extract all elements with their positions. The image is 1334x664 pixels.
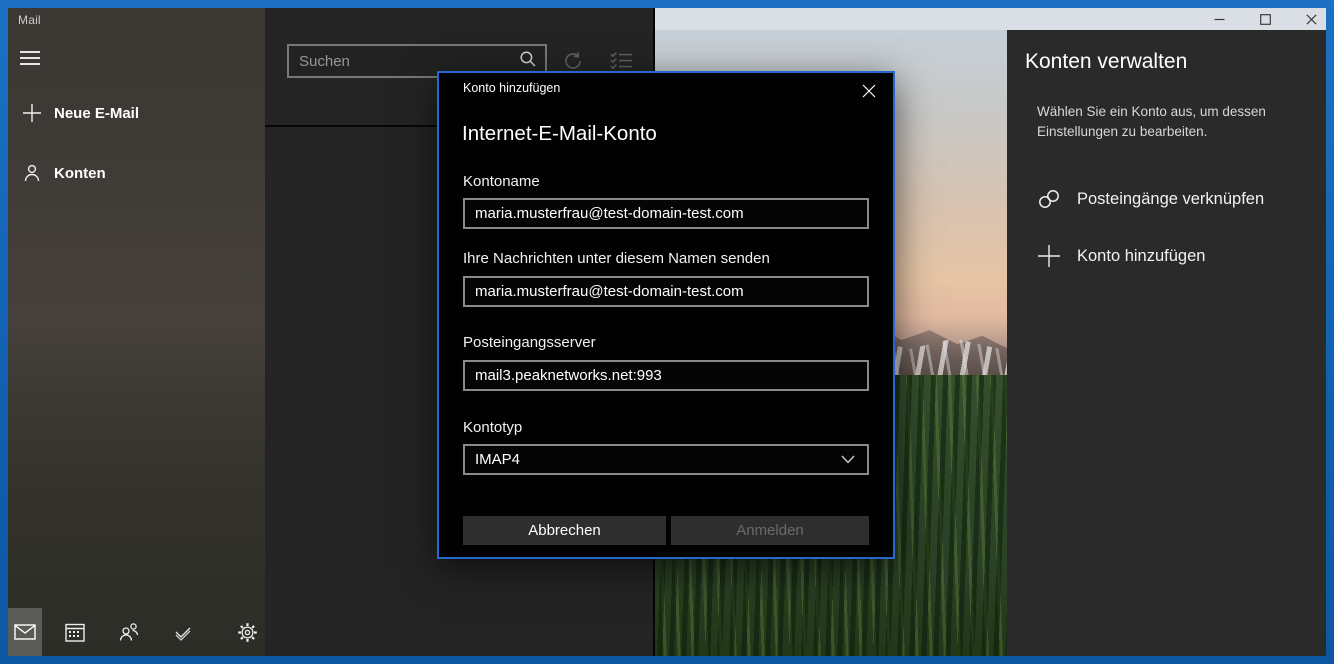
account-name-input[interactable] — [463, 198, 869, 229]
todo-check-icon — [173, 623, 193, 641]
close-icon — [1306, 14, 1317, 25]
people-icon — [118, 622, 140, 642]
signin-button[interactable]: Anmelden — [671, 516, 869, 545]
dock-people-button[interactable] — [112, 608, 146, 656]
close-window-button[interactable] — [1288, 8, 1326, 30]
account-name-label: Kontoname — [463, 173, 540, 190]
maximize-button[interactable] — [1242, 8, 1288, 30]
sidebar-item-accounts[interactable]: Konten — [8, 156, 265, 190]
sidebar: Mail Neue E-Mail Konten — [8, 8, 265, 656]
window-content: Mail Neue E-Mail Konten — [8, 8, 1326, 656]
account-type-select[interactable]: IMAP4 — [463, 444, 869, 475]
search-input[interactable] — [289, 53, 519, 70]
manage-accounts-title: Konten verwalten — [1025, 50, 1187, 74]
settings-gear-icon — [237, 622, 258, 643]
dock-todo-button[interactable] — [165, 608, 199, 656]
link-inboxes-icon — [1036, 186, 1062, 212]
link-inboxes-label: Posteingänge verknüpfen — [1077, 190, 1264, 209]
chevron-down-icon — [841, 451, 855, 469]
dialog-heading: Internet-E-Mail-Konto — [462, 122, 657, 146]
manage-accounts-panel: Konten verwalten Wählen Sie ein Konto au… — [1007, 30, 1326, 656]
plus-icon — [22, 103, 42, 123]
manage-accounts-subtitle: Wählen Sie ein Konto aus, um dessen Eins… — [1037, 102, 1289, 143]
dock-mail-button[interactable] — [8, 608, 42, 656]
add-account-dialog: Konto hinzufügen Internet-E-Mail-Konto K… — [437, 71, 895, 559]
cancel-button[interactable]: Abbrechen — [463, 516, 666, 545]
send-name-input[interactable] — [463, 276, 869, 307]
incoming-server-input[interactable] — [463, 360, 869, 391]
add-account-label: Konto hinzufügen — [1077, 247, 1205, 266]
accounts-label: Konten — [54, 165, 106, 182]
sync-icon — [562, 50, 584, 72]
new-mail-label: Neue E-Mail — [54, 105, 139, 122]
search-icon[interactable] — [519, 50, 537, 73]
titlebar — [655, 8, 1326, 30]
calendar-icon — [65, 622, 85, 642]
account-type-value: IMAP4 — [475, 451, 520, 468]
dock-settings-button[interactable] — [231, 608, 265, 656]
bottom-dock — [8, 608, 265, 656]
hamburger-icon[interactable] — [20, 51, 40, 65]
selection-checklist-icon — [610, 51, 634, 71]
dialog-close-button[interactable] — [860, 82, 878, 100]
add-account-button[interactable]: Konto hinzufügen — [1007, 234, 1326, 278]
new-mail-button[interactable]: Neue E-Mail — [8, 96, 265, 130]
close-icon — [862, 84, 876, 98]
minimize-button[interactable] — [1196, 8, 1242, 30]
plus-icon — [1036, 243, 1062, 269]
dialog-title: Konto hinzufügen — [463, 81, 560, 95]
account-type-label: Kontotyp — [463, 419, 522, 436]
app-title: Mail — [18, 13, 41, 27]
send-name-label: Ihre Nachrichten unter diesem Namen send… — [463, 250, 770, 267]
mail-icon — [14, 624, 36, 640]
minimize-icon — [1214, 14, 1225, 25]
person-icon — [22, 163, 42, 183]
maximize-icon — [1260, 14, 1271, 25]
dock-calendar-button[interactable] — [58, 608, 92, 656]
incoming-server-label: Posteingangsserver — [463, 334, 596, 351]
mail-app-window: ▪ ▪ ▪ ▪ — [0, 0, 1334, 664]
link-inboxes-button[interactable]: Posteingänge verknüpfen — [1007, 177, 1326, 221]
